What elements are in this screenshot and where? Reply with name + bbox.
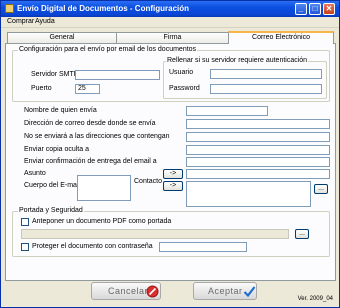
portada-group: Portada y Seguridad Anteponer un documen…: [12, 207, 330, 257]
accept-label: Aceptar: [208, 286, 243, 296]
menu-ayuda[interactable]: Ayuda: [35, 18, 55, 25]
prepend-pdf-label: Anteponer un documento PDF como portada: [32, 218, 172, 225]
tab-correo-electronico[interactable]: Correo Electrónico: [228, 31, 334, 44]
close-button[interactable]: ✕: [323, 3, 335, 15]
body-browse-button[interactable]: ...: [314, 184, 328, 194]
tab-panel-correo: Configuración para el envío por email de…: [5, 43, 336, 281]
menu-bar: Comprar Ayuda: [1, 17, 339, 28]
version-label: Ver. 2009_04: [297, 296, 333, 302]
app-icon: [5, 4, 14, 13]
subject-insert-button[interactable]: ->: [163, 169, 183, 179]
tab-general[interactable]: General: [7, 32, 117, 43]
subject-input[interactable]: [186, 169, 330, 179]
contact-label: Contacto: [134, 178, 163, 185]
subject-label: Asunto: [24, 170, 46, 177]
protect-password-input[interactable]: [159, 242, 247, 252]
tab-strip: General Firma Correo Electrónico: [5, 31, 335, 44]
window-title: Envío Digital de Documentos - Configurac…: [17, 4, 190, 13]
bcc-input[interactable]: [186, 145, 330, 155]
cancel-icon: [146, 285, 159, 298]
protect-label: Proteger el documento con contraseña: [32, 243, 153, 250]
sender-address-input[interactable]: [186, 119, 330, 129]
accept-button[interactable]: Aceptar: [193, 282, 257, 300]
port-input[interactable]: 25: [75, 84, 100, 94]
password-label: Password: [169, 85, 200, 92]
menu-comprar[interactable]: Comprar: [7, 18, 34, 25]
tab-firma[interactable]: Firma: [116, 32, 229, 43]
auth-group: Rellenar si su servidor requiere autenti…: [163, 57, 327, 99]
minimize-button[interactable]: _: [295, 3, 307, 15]
sender-name-input[interactable]: [186, 106, 268, 116]
sender-name-label: Nombre de quien envía: [24, 107, 97, 114]
contact-list[interactable]: [77, 175, 131, 201]
body-label: Cuerpo del E-mail: [24, 182, 81, 189]
maximize-button[interactable]: □: [309, 3, 321, 15]
bcc-label: Enviar copia oculta a: [24, 146, 89, 153]
body-textarea[interactable]: [186, 181, 311, 207]
email-config-group: Configuración para el envío por email de…: [12, 46, 330, 102]
smtp-input[interactable]: [75, 70, 160, 80]
pdf-path-input: [21, 229, 289, 239]
user-label: Usuario: [169, 69, 194, 76]
sender-address-label: Dirección de correo desde donde se envía: [24, 120, 156, 127]
portada-legend: Portada y Seguridad: [18, 207, 84, 214]
prepend-pdf-checkbox[interactable]: [21, 218, 29, 226]
port-label: Puerto: [31, 85, 52, 92]
title-bar[interactable]: Envío Digital de Documentos - Configurac…: [1, 1, 339, 17]
email-config-legend: Configuración para el envío por email de…: [18, 46, 198, 53]
protect-checkbox[interactable]: [21, 243, 29, 251]
pdf-browse-button[interactable]: ...: [295, 229, 309, 239]
password-input[interactable]: [210, 84, 322, 94]
smtp-label: Servidor SMTP: [31, 71, 79, 78]
app-window: Envío Digital de Documentos - Configurac…: [0, 0, 340, 308]
user-input[interactable]: [210, 69, 322, 79]
checkmark-icon: [243, 286, 256, 298]
cancel-button[interactable]: Cancelar: [91, 282, 161, 300]
auth-legend: Rellenar si su servidor requiere autenti…: [166, 57, 309, 64]
receipt-input[interactable]: [186, 157, 330, 167]
cancel-label: Cancelar: [108, 286, 149, 296]
receipt-label: Enviar confirmación de entrega del email…: [24, 158, 157, 165]
exclude-label: No se enviará a las direcciones que cont…: [24, 133, 170, 140]
body-insert-button[interactable]: ->: [163, 181, 183, 191]
exclude-input[interactable]: [186, 132, 330, 142]
